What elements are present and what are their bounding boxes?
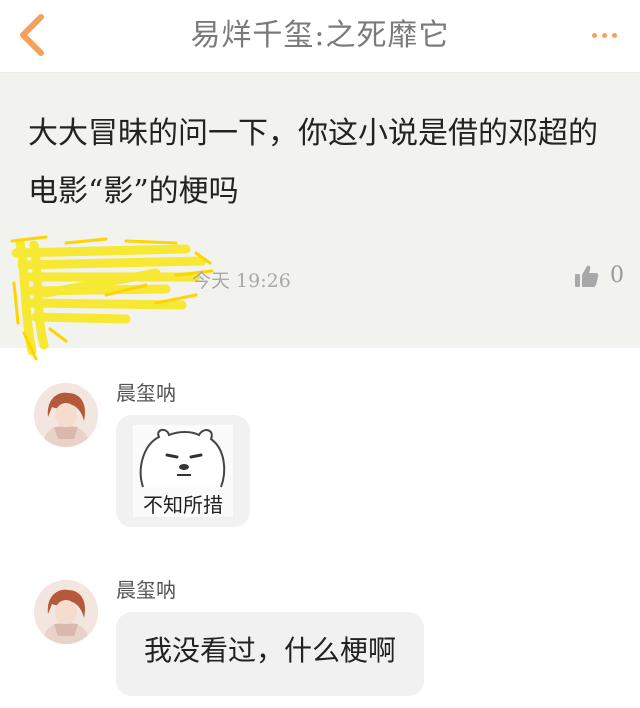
message-text: 我没看过，什么梗啊 — [144, 634, 397, 667]
sticker-caption: 不知所措 — [143, 493, 223, 517]
sender-name: 晨玺呐 — [116, 578, 176, 602]
sticker-bubble[interactable]: 不知所措 — [116, 415, 250, 527]
bear-sticker-icon — [139, 429, 226, 488]
more-dot — [611, 32, 617, 38]
nav-header: 易烊千玺:之死靡它 — [0, 0, 640, 73]
avatar-image-icon — [34, 580, 98, 644]
like-count: 0 — [610, 263, 624, 288]
message-bubble[interactable]: 我没看过，什么梗啊 — [116, 612, 425, 696]
post-timestamp: 今天 19:26 — [192, 270, 291, 292]
user-avatar[interactable] — [34, 580, 98, 644]
sender-name: 晨玺呐 — [116, 381, 176, 405]
user-avatar[interactable] — [34, 383, 98, 447]
redaction-scribble — [10, 235, 214, 361]
like-button[interactable]: 0 — [574, 263, 624, 288]
avatar-image-icon — [34, 383, 98, 447]
more-button[interactable] — [584, 20, 624, 50]
chevron-left-icon — [20, 14, 44, 56]
thumbs-up-icon — [575, 265, 599, 287]
page-title: 易烊千玺:之死靡它 — [190, 18, 450, 53]
sticker-image: 不知所措 — [133, 425, 233, 517]
post-text: 大大冒昧的问一下，你这小说是借的邓超的电影“影”的梗吗 — [28, 116, 598, 209]
more-dot — [591, 32, 597, 38]
back-button[interactable] — [10, 10, 54, 60]
more-dot — [601, 32, 607, 38]
original-post: 大大冒昧的问一下，你这小说是借的邓超的电影“影”的梗吗 今天 19:26 0 — [0, 73, 640, 361]
